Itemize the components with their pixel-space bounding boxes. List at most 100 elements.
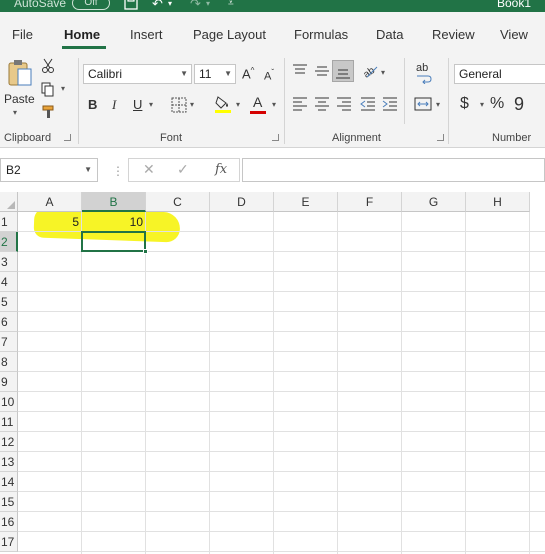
tab-data[interactable]: Data	[376, 27, 403, 42]
increase-indent-icon[interactable]	[382, 97, 398, 116]
number-format-dropdown[interactable]: General	[454, 64, 545, 84]
align-center-icon[interactable]	[314, 97, 330, 116]
column-header-b[interactable]: B	[82, 192, 146, 212]
gridline	[18, 451, 545, 452]
cell-a1[interactable]: 5	[18, 212, 82, 232]
row-header-16[interactable]: 16	[0, 512, 18, 532]
row-header-9[interactable]: 9	[0, 372, 18, 392]
chevron-down-icon: ▼	[224, 69, 232, 78]
select-all-button[interactable]	[0, 192, 18, 212]
row-header-10[interactable]: 10	[0, 392, 18, 412]
row-header-14[interactable]: 14	[0, 472, 18, 492]
row-header-2[interactable]: 2	[0, 232, 18, 252]
borders-icon[interactable]	[171, 97, 187, 118]
tab-file[interactable]: File	[12, 27, 33, 42]
font-size-dropdown[interactable]: 11 ▼	[194, 64, 236, 84]
save-icon[interactable]	[124, 0, 138, 12]
column-header-h[interactable]: H	[466, 192, 530, 212]
redo-dropdown-icon[interactable]: ▾	[206, 0, 210, 8]
formula-bar-grip-icon[interactable]: ⋮	[112, 164, 124, 178]
tab-home[interactable]: Home	[64, 27, 100, 42]
cancel-icon[interactable]: ✕	[143, 161, 155, 178]
currency-dropdown-icon[interactable]: ▾	[480, 100, 484, 109]
name-box[interactable]: B2 ▼	[0, 158, 98, 182]
orientation-icon[interactable]: ab	[361, 62, 379, 83]
row-header-8[interactable]: 8	[0, 352, 18, 372]
row-header-15[interactable]: 15	[0, 492, 18, 512]
merge-center-icon[interactable]	[414, 97, 432, 116]
underline-dropdown-icon[interactable]: ▾	[149, 100, 153, 109]
row-header-7[interactable]: 7	[0, 332, 18, 352]
group-separator	[284, 58, 285, 144]
fill-handle[interactable]	[143, 249, 148, 254]
row-header-17[interactable]: 17	[0, 532, 18, 552]
column-header-f[interactable]: F	[338, 192, 402, 212]
row-header-12[interactable]: 12	[0, 432, 18, 452]
fill-color-icon[interactable]	[214, 94, 232, 119]
font-name-dropdown[interactable]: Calibri ▼	[83, 64, 192, 84]
gridline	[18, 311, 545, 312]
enter-icon[interactable]: ✓	[177, 161, 189, 178]
font-color-dropdown-icon[interactable]: ▾	[272, 100, 276, 109]
align-left-icon[interactable]	[292, 97, 308, 116]
tab-insert[interactable]: Insert	[130, 27, 163, 42]
cell-b1[interactable]: 10	[82, 212, 146, 232]
comma-style-button[interactable]: 9	[514, 94, 524, 115]
align-middle-icon[interactable]	[314, 64, 330, 83]
active-tab-indicator	[62, 46, 106, 49]
column-header-e[interactable]: E	[274, 192, 338, 212]
decrease-indent-icon[interactable]	[360, 97, 376, 116]
increase-font-size-button[interactable]: A^	[242, 66, 254, 81]
selected-cell-b2[interactable]	[81, 231, 146, 252]
merge-dropdown-icon[interactable]: ▾	[436, 100, 440, 109]
redo-icon[interactable]: ↷	[190, 0, 201, 12]
autosave-toggle[interactable]: Off	[72, 0, 110, 10]
italic-button[interactable]: I	[112, 97, 116, 113]
orientation-dropdown-icon[interactable]: ▾	[381, 68, 385, 77]
ribbon-tabs: File Home Insert Page Layout Formulas Da…	[0, 12, 545, 50]
clipboard-launcher-icon[interactable]	[64, 134, 71, 141]
tab-view[interactable]: View	[500, 27, 528, 42]
paste-button[interactable]: Paste	[4, 92, 35, 106]
paste-dropdown-icon[interactable]: ▾	[13, 108, 17, 117]
column-header-g[interactable]: G	[402, 192, 466, 212]
column-header-d[interactable]: D	[210, 192, 274, 212]
cut-icon[interactable]	[41, 58, 55, 79]
column-header-a[interactable]: A	[18, 192, 82, 212]
font-launcher-icon[interactable]	[272, 134, 279, 141]
percent-button[interactable]: %	[490, 95, 504, 113]
underline-button[interactable]: U	[133, 97, 142, 112]
copy-icon[interactable]	[41, 82, 55, 103]
paste-icon[interactable]	[6, 58, 34, 93]
fill-color-dropdown-icon[interactable]: ▾	[236, 100, 240, 109]
align-right-icon[interactable]	[336, 97, 352, 116]
formula-input[interactable]	[242, 158, 545, 182]
tab-formulas[interactable]: Formulas	[294, 27, 348, 42]
borders-dropdown-icon[interactable]: ▾	[190, 100, 194, 109]
worksheet-grid[interactable]: A B C D E F G H 1 2 3 4 5 6 7 8 9 10 11 12 13 14 15 16 17 5 10	[0, 192, 545, 554]
decrease-font-size-button[interactable]: Aˇ	[264, 68, 274, 83]
row-header-11[interactable]: 11	[0, 412, 18, 432]
currency-button[interactable]: $	[460, 95, 469, 113]
alignment-launcher-icon[interactable]	[437, 134, 444, 141]
format-painter-icon[interactable]	[41, 104, 57, 125]
insert-function-icon[interactable]: fx	[215, 162, 227, 177]
tab-review[interactable]: Review	[432, 27, 475, 42]
undo-icon[interactable]: ↶	[152, 0, 163, 12]
row-header-5[interactable]: 5	[0, 292, 18, 312]
customize-qat-icon[interactable]: ⩡	[228, 0, 234, 9]
tab-page-layout[interactable]: Page Layout	[193, 27, 266, 42]
align-top-icon[interactable]	[292, 64, 308, 83]
gridline	[18, 551, 545, 552]
row-header-3[interactable]: 3	[0, 252, 18, 272]
bold-button[interactable]: B	[88, 97, 97, 112]
row-header-4[interactable]: 4	[0, 272, 18, 292]
row-header-6[interactable]: 6	[0, 312, 18, 332]
row-header-1[interactable]: 1	[0, 212, 18, 232]
undo-dropdown-icon[interactable]: ▾	[168, 0, 172, 8]
row-header-13[interactable]: 13	[0, 452, 18, 472]
column-header-c[interactable]: C	[146, 192, 210, 212]
align-bottom-icon[interactable]	[332, 60, 354, 82]
copy-dropdown-icon[interactable]: ▾	[61, 84, 65, 93]
group-separator	[404, 58, 405, 124]
